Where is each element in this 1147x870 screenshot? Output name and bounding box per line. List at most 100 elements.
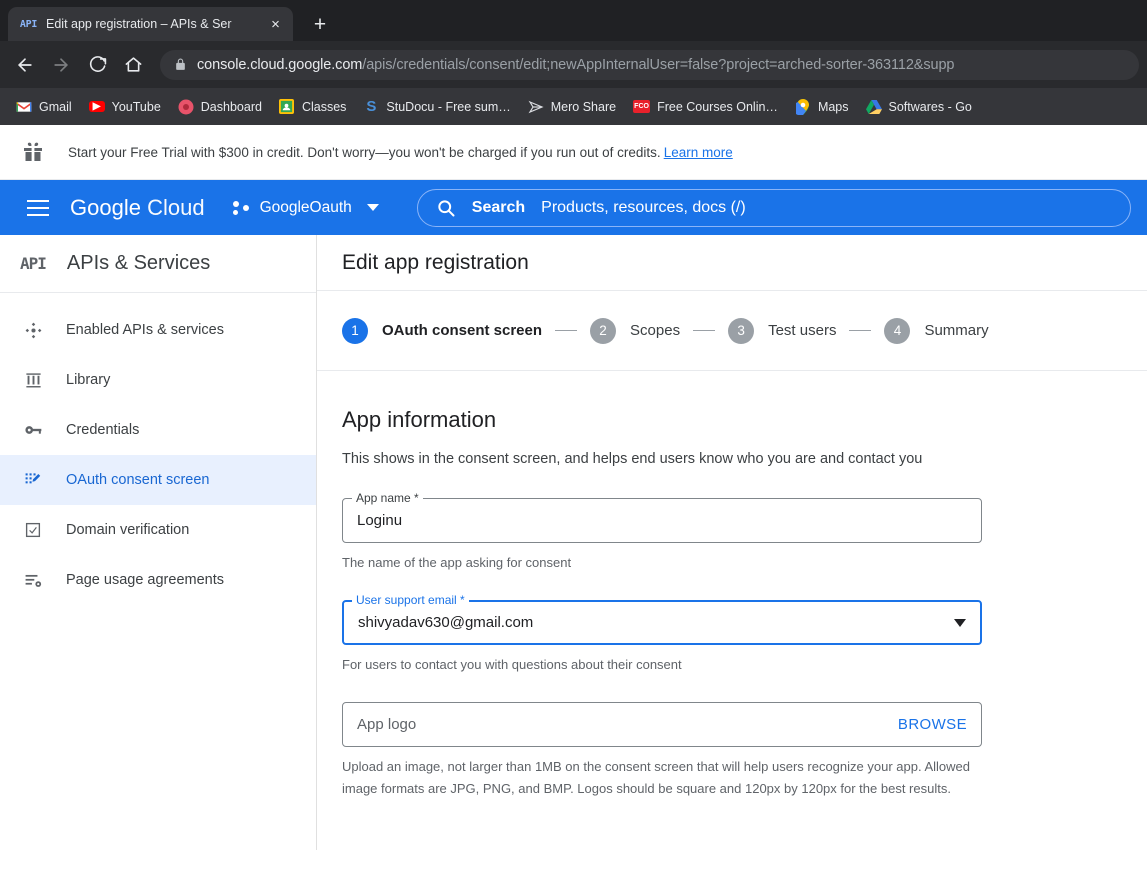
close-icon[interactable]: × [266, 15, 285, 34]
sidebar-header: API APIs & Services [0, 235, 316, 293]
bookmark-mero-share[interactable]: Mero Share [520, 95, 624, 119]
home-icon[interactable] [116, 48, 150, 82]
bookmark-label: YouTube [112, 100, 161, 114]
support-email-helper: For users to contact you with questions … [342, 654, 982, 676]
step-separator [849, 330, 871, 331]
bookmark-label: Gmail [39, 100, 72, 114]
address-bar[interactable]: console.cloud.google.com/apis/credential… [160, 50, 1139, 80]
section-heading: App information [342, 407, 1122, 433]
bookmark-label: Maps [818, 100, 849, 114]
free-trial-text: Start your Free Trial with $300 in credi… [68, 145, 733, 160]
step-number: 4 [884, 318, 910, 344]
section-description: This shows in the consent screen, and he… [342, 447, 967, 472]
bookmark-dashboard[interactable]: Dashboard [170, 95, 270, 119]
sidebar-item-credentials[interactable]: Credentials [0, 405, 316, 455]
gmail-icon [16, 99, 32, 115]
bookmark-softwares[interactable]: Softwares - Go [858, 95, 980, 119]
tab-title: Edit app registration – APIs & Ser [46, 17, 257, 31]
wizard-stepper: 1 OAuth consent screen 2 Scopes 3 Test u… [317, 291, 1147, 371]
bookmark-label: Mero Share [551, 100, 616, 114]
app-name-input[interactable]: Loginu [342, 498, 982, 543]
back-arrow-icon[interactable] [8, 48, 42, 82]
maps-icon [795, 99, 811, 115]
sidebar-item-library[interactable]: Library [0, 355, 316, 405]
bookmark-classes[interactable]: Classes [271, 95, 354, 119]
step-label: Summary [924, 322, 988, 339]
app-logo-input[interactable]: App logo BROWSE [342, 702, 982, 747]
dashboard-icon [178, 99, 194, 115]
chevron-down-icon[interactable] [954, 619, 966, 627]
tab-strip: API Edit app registration – APIs & Ser ×… [0, 0, 1147, 41]
bookmark-label: Free Courses Onlin… [657, 100, 778, 114]
page-title: Edit app registration [342, 251, 529, 275]
fco-icon: FCO [633, 100, 650, 113]
usage-agreements-icon [22, 571, 44, 590]
support-email-label: User support email * [352, 592, 469, 608]
dashboard-diamond-icon [22, 321, 44, 340]
step-separator [555, 330, 577, 331]
search-input[interactable]: Search Products, resources, docs (/) [417, 189, 1131, 227]
google-cloud-header: Google Cloud GoogleOauth Search Products… [0, 180, 1147, 235]
page-content: Start your Free Trial with $300 in credi… [0, 125, 1147, 850]
step-test-users[interactable]: 3 Test users [728, 318, 836, 344]
step-oauth-consent-screen[interactable]: 1 OAuth consent screen [342, 318, 542, 344]
bookmark-youtube[interactable]: ▶ YouTube [81, 96, 169, 118]
content-area: Edit app registration 1 OAuth consent sc… [317, 235, 1147, 850]
bookmark-label: StuDocu - Free sum… [386, 100, 510, 114]
sidebar-item-label: OAuth consent screen [66, 472, 209, 488]
studocu-icon: S [363, 99, 379, 115]
new-tab-button[interactable]: + [303, 7, 337, 41]
chevron-down-icon [367, 204, 379, 211]
bookmarks-bar: Gmail ▶ YouTube Dashboard Classes S StuD… [0, 88, 1147, 125]
classroom-icon [279, 99, 295, 115]
reload-icon[interactable] [80, 48, 114, 82]
library-icon [22, 371, 44, 390]
bookmark-gmail[interactable]: Gmail [8, 95, 80, 119]
api-favicon: API [20, 16, 37, 32]
drive-icon [866, 99, 882, 115]
google-cloud-logo[interactable]: Google Cloud [70, 195, 205, 221]
project-selector[interactable]: GoogleOauth [233, 199, 379, 217]
step-number: 2 [590, 318, 616, 344]
step-scopes[interactable]: 2 Scopes [590, 318, 680, 344]
browser-toolbar: console.cloud.google.com/apis/credential… [0, 41, 1147, 88]
search-icon [436, 198, 456, 218]
browser-tab[interactable]: API Edit app registration – APIs & Ser × [8, 7, 293, 41]
learn-more-link[interactable]: Learn more [664, 145, 733, 160]
bookmark-free-courses[interactable]: FCO Free Courses Onlin… [625, 96, 786, 118]
content-header: Edit app registration [317, 235, 1147, 291]
app-logo-field-wrapper: App logo BROWSE Upload an image, not lar… [342, 702, 982, 800]
key-icon [22, 420, 44, 440]
lock-icon [174, 58, 187, 71]
sidebar-item-label: Enabled APIs & services [66, 322, 224, 338]
step-separator [693, 330, 715, 331]
sidebar-item-label: Credentials [66, 422, 139, 438]
app-logo-helper: Upload an image, not larger than 1MB on … [342, 756, 982, 800]
search-label: Search [472, 199, 525, 217]
forward-arrow-icon[interactable] [44, 48, 78, 82]
url-host: console.cloud.google.com [197, 57, 362, 73]
step-number: 1 [342, 318, 368, 344]
bookmark-maps[interactable]: Maps [787, 95, 857, 119]
logo-cloud: Cloud [147, 195, 204, 220]
logo-google: Google [70, 195, 141, 220]
step-label: Test users [768, 322, 836, 339]
sidebar-title: APIs & Services [67, 252, 210, 275]
sidebar-nav-list: Enabled APIs & services Library Credenti… [0, 293, 316, 605]
sidebar-item-enabled-apis[interactable]: Enabled APIs & services [0, 305, 316, 355]
sidebar-item-label: Domain verification [66, 522, 189, 538]
main-body: API APIs & Services Enabled APIs & servi… [0, 235, 1147, 850]
bookmark-studocu[interactable]: S StuDocu - Free sum… [355, 95, 518, 119]
app-name-field-wrapper: Loginu App name * The name of the app as… [342, 498, 982, 574]
sidebar-item-oauth-consent-screen[interactable]: OAuth consent screen [0, 455, 316, 505]
app-logo-placeholder: App logo [357, 716, 898, 733]
bookmark-label: Classes [302, 100, 346, 114]
step-label: Scopes [630, 322, 680, 339]
sidebar-item-domain-verification[interactable]: Domain verification [0, 505, 316, 555]
step-summary[interactable]: 4 Summary [884, 318, 988, 344]
browse-button[interactable]: BROWSE [898, 716, 967, 733]
sidebar-item-page-usage-agreements[interactable]: Page usage agreements [0, 555, 316, 605]
step-label: OAuth consent screen [382, 322, 542, 339]
hamburger-menu-icon[interactable] [16, 186, 60, 230]
api-logo-icon: API [20, 254, 46, 273]
